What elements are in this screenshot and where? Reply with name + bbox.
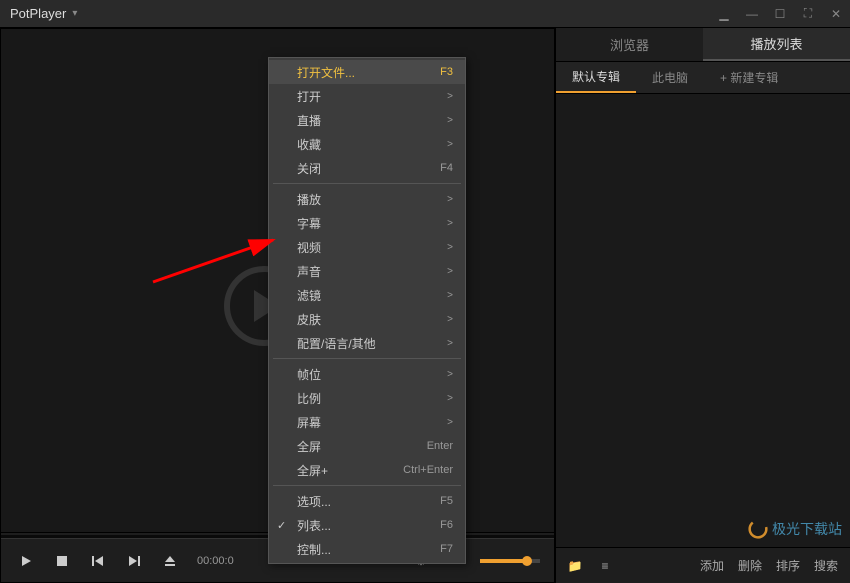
subtab-new-album[interactable]: + 新建专辑 <box>704 62 794 93</box>
menu-item-label: 字幕 <box>297 215 321 232</box>
menu-item-label: 关闭 <box>297 160 321 177</box>
menu-item-3-0[interactable]: 选项... F5 <box>269 489 465 513</box>
menu-item-label: 直播 <box>297 112 321 129</box>
menu-item-2-3[interactable]: 全屏 Enter <box>269 434 465 458</box>
menu-item-label: 列表... <box>297 517 331 534</box>
menu-item-0-1[interactable]: 打开 > <box>269 84 465 108</box>
check-icon: ✓ <box>277 519 286 532</box>
sort-button[interactable]: 排序 <box>770 554 806 578</box>
menu-shortcut: F5 <box>440 495 453 507</box>
next-button[interactable] <box>117 546 151 576</box>
delete-button[interactable]: 删除 <box>732 554 768 578</box>
subtab-default-album[interactable]: 默认专辑 <box>556 62 636 93</box>
menu-item-2-0[interactable]: 帧位 > <box>269 362 465 386</box>
submenu-arrow-icon: > <box>447 393 453 404</box>
menu-shortcut: F3 <box>440 66 453 78</box>
maximize-button[interactable]: ☐ <box>766 0 794 28</box>
menu-shortcut: F6 <box>440 519 453 531</box>
menu-item-label: 比例 <box>297 390 321 407</box>
menu-item-2-1[interactable]: 比例 > <box>269 386 465 410</box>
menu-item-label: 控制... <box>297 541 331 558</box>
menu-item-label: 全屏+ <box>297 462 328 479</box>
menu-item-1-0[interactable]: 播放 > <box>269 187 465 211</box>
menu-item-1-5[interactable]: 皮肤 > <box>269 307 465 331</box>
menu-item-label: 视频 <box>297 239 321 256</box>
menu-shortcut: F4 <box>440 162 453 174</box>
title-dropdown-icon[interactable]: ▾ <box>72 8 77 19</box>
menu-shortcut: Ctrl+Enter <box>403 464 453 476</box>
app-title: PotPlayer <box>10 6 66 21</box>
menu-item-label: 帧位 <box>297 366 321 383</box>
submenu-arrow-icon: > <box>447 314 453 325</box>
submenu-arrow-icon: > <box>447 91 453 102</box>
play-button[interactable] <box>9 546 43 576</box>
fullscreen-button[interactable]: ⛶ <box>794 0 822 28</box>
menu-item-label: 屏幕 <box>297 414 321 431</box>
submenu-arrow-icon: > <box>447 139 453 150</box>
menu-item-1-4[interactable]: 滤镜 > <box>269 283 465 307</box>
menu-item-label: 声音 <box>297 263 321 280</box>
menu-shortcut: Enter <box>427 440 453 452</box>
menu-item-2-2[interactable]: 屏幕 > <box>269 410 465 434</box>
side-panel: 浏览器 播放列表 默认专辑 此电脑 + 新建专辑 📁 ≡ 添加 删除 排序 搜索 <box>555 28 850 583</box>
submenu-arrow-icon: > <box>447 194 453 205</box>
tab-playlist[interactable]: 播放列表 <box>703 28 850 61</box>
submenu-arrow-icon: > <box>447 417 453 428</box>
menu-item-0-3[interactable]: 收藏 > <box>269 132 465 156</box>
menu-separator <box>273 358 461 359</box>
menu-separator <box>273 183 461 184</box>
eject-button[interactable] <box>153 546 187 576</box>
menu-item-2-4[interactable]: 全屏+ Ctrl+Enter <box>269 458 465 482</box>
close-button[interactable]: ✕ <box>822 0 850 28</box>
menu-item-1-2[interactable]: 视频 > <box>269 235 465 259</box>
submenu-arrow-icon: > <box>447 369 453 380</box>
submenu-arrow-icon: > <box>447 242 453 253</box>
menu-item-0-0[interactable]: 打开文件... F3 <box>269 60 465 84</box>
menu-item-1-1[interactable]: 字幕 > <box>269 211 465 235</box>
menu-item-1-3[interactable]: 声音 > <box>269 259 465 283</box>
menu-item-label: 选项... <box>297 493 331 510</box>
submenu-arrow-icon: > <box>447 115 453 126</box>
minimize-button[interactable]: — <box>738 0 766 28</box>
subtab-this-pc[interactable]: 此电脑 <box>636 62 704 93</box>
menu-item-1-6[interactable]: 配置/语言/其他 > <box>269 331 465 355</box>
menu-item-label: 滤镜 <box>297 287 321 304</box>
prev-button[interactable] <box>81 546 115 576</box>
menu-item-label: 全屏 <box>297 438 321 455</box>
menu-item-label: 皮肤 <box>297 311 321 328</box>
menu-item-label: 配置/语言/其他 <box>297 335 376 352</box>
menu-item-label: 播放 <box>297 191 321 208</box>
folder-button[interactable]: 📁 <box>562 554 588 578</box>
menu-item-3-1[interactable]: ✓ 列表... F6 <box>269 513 465 537</box>
tab-browser[interactable]: 浏览器 <box>556 28 703 61</box>
context-menu: 打开文件... F3 打开 > 直播 > 收藏 > 关闭 F4 播放 > 字幕 > 视频 > 声音 > 滤镜 > 皮肤 >… <box>268 57 466 564</box>
pin-button[interactable]: ▁ <box>710 0 738 28</box>
menu-item-label: 收藏 <box>297 136 321 153</box>
playlist-content[interactable] <box>556 94 850 547</box>
menu-shortcut: F7 <box>440 543 453 555</box>
menu-item-0-2[interactable]: 直播 > <box>269 108 465 132</box>
submenu-arrow-icon: > <box>447 338 453 349</box>
submenu-arrow-icon: > <box>447 266 453 277</box>
submenu-arrow-icon: > <box>447 218 453 229</box>
watermark: 极光下载站 <box>748 519 842 539</box>
menu-item-0-4[interactable]: 关闭 F4 <box>269 156 465 180</box>
list-mode-button[interactable]: ≡ <box>592 554 618 578</box>
volume-slider[interactable] <box>480 559 540 563</box>
stop-button[interactable] <box>45 546 79 576</box>
menu-item-label: 打开文件... <box>297 64 355 81</box>
submenu-arrow-icon: > <box>447 290 453 301</box>
time-display: 00:00:0 <box>197 555 234 567</box>
add-button[interactable]: 添加 <box>694 554 730 578</box>
menu-separator <box>273 485 461 486</box>
menu-item-label: 打开 <box>297 88 321 105</box>
menu-item-3-2[interactable]: 控制... F7 <box>269 537 465 561</box>
search-button[interactable]: 搜索 <box>808 554 844 578</box>
